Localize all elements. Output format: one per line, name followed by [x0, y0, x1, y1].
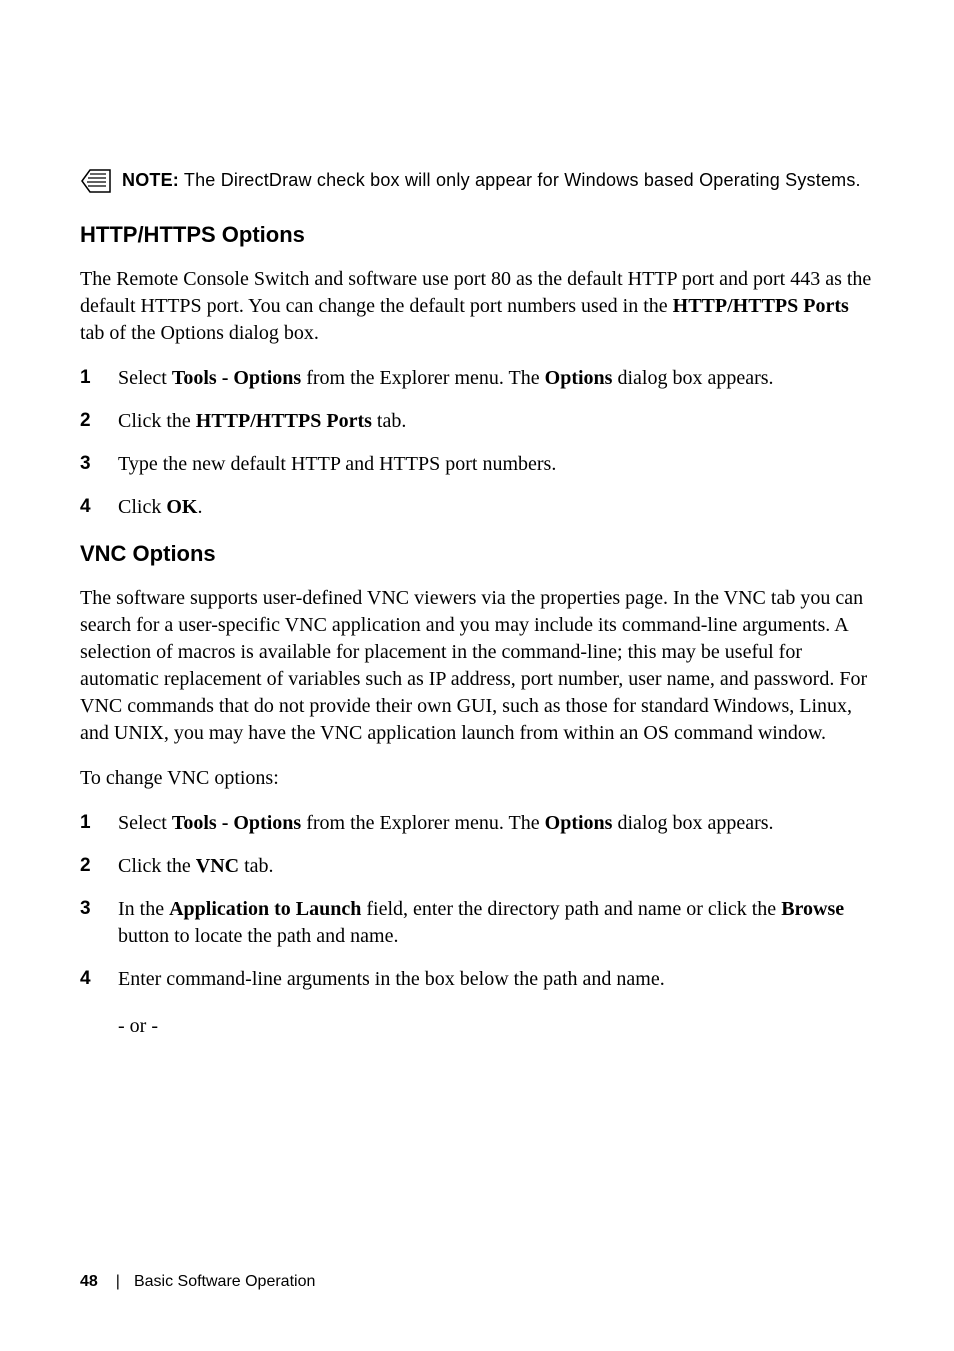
note-label: NOTE: [122, 170, 179, 190]
bold-tools-options: Tools - Options [172, 367, 301, 389]
bold-http-https-ports: HTTP/HTTPS Ports [196, 410, 372, 432]
step-number: 2 [80, 853, 118, 879]
list-item: 2 Click the VNC tab. [80, 853, 874, 880]
text: Select [118, 367, 172, 389]
text: Click the [118, 410, 196, 432]
paragraph-vnc-change: To change VNC options: [80, 765, 874, 792]
text: Click [118, 496, 166, 518]
text: tab. [372, 410, 406, 432]
footer-divider: | [116, 1273, 120, 1291]
note-text: NOTE: The DirectDraw check box will only… [122, 168, 861, 192]
text: field, enter the directory path and name… [361, 898, 781, 920]
step-number: 3 [80, 451, 118, 477]
paragraph-vnc-intro: The software supports user-defined VNC v… [80, 585, 874, 747]
list-item: 2 Click the HTTP/HTTPS Ports tab. [80, 408, 874, 435]
step-text: Select Tools - Options from the Explorer… [118, 810, 874, 837]
step-text: In the Application to Launch field, ente… [118, 896, 874, 950]
text: tab. [239, 855, 273, 877]
list-item: 4 Click OK. [80, 494, 874, 521]
list-item: 4 Enter command-line arguments in the bo… [80, 966, 874, 993]
list-item: 3 In the Application to Launch field, en… [80, 896, 874, 950]
step-number: 1 [80, 365, 118, 391]
step-number: 4 [80, 966, 118, 992]
note-body: The DirectDraw check box will only appea… [179, 170, 861, 190]
step-number: 2 [80, 408, 118, 434]
step-text: Enter command-line arguments in the box … [118, 966, 874, 993]
text: tab of the Options dialog box. [80, 322, 319, 344]
bold-ok: OK [166, 496, 197, 518]
text: dialog box appears. [612, 812, 773, 834]
text: from the Explorer menu. The [301, 367, 544, 389]
bold-vnc: VNC [196, 855, 239, 877]
heading-http-https-options: HTTP/HTTPS Options [80, 222, 874, 248]
list-item: 1 Select Tools - Options from the Explor… [80, 365, 874, 392]
footer-section-title: Basic Software Operation [134, 1273, 315, 1291]
step-text: Click OK. [118, 494, 874, 521]
page-footer: 48 | Basic Software Operation [80, 1273, 315, 1291]
ordered-list-vnc: 1 Select Tools - Options from the Explor… [80, 810, 874, 993]
step-text: Type the new default HTTP and HTTPS port… [118, 451, 874, 478]
step-text: Click the HTTP/HTTPS Ports tab. [118, 408, 874, 435]
or-separator: - or - [118, 1013, 874, 1040]
bold-application-to-launch: Application to Launch [169, 898, 361, 920]
text: Click the [118, 855, 196, 877]
note-icon [80, 168, 112, 194]
text: button to locate the path and name. [118, 925, 398, 947]
list-item: 1 Select Tools - Options from the Explor… [80, 810, 874, 837]
paragraph-http-intro: The Remote Console Switch and software u… [80, 266, 874, 347]
heading-vnc-options: VNC Options [80, 541, 874, 567]
text: In the [118, 898, 169, 920]
list-item: 3 Type the new default HTTP and HTTPS po… [80, 451, 874, 478]
bold-options: Options [545, 367, 613, 389]
step-text: Click the VNC tab. [118, 853, 874, 880]
text: from the Explorer menu. The [301, 812, 544, 834]
step-number: 3 [80, 896, 118, 922]
bold-options: Options [545, 812, 613, 834]
bold-http-https-ports: HTTP/HTTPS Ports [673, 295, 849, 317]
text: Select [118, 812, 172, 834]
page-number: 48 [80, 1273, 98, 1291]
bold-browse: Browse [781, 898, 844, 920]
bold-tools-options: Tools - Options [172, 812, 301, 834]
text: . [197, 496, 202, 518]
step-number: 4 [80, 494, 118, 520]
step-number: 1 [80, 810, 118, 836]
ordered-list-http: 1 Select Tools - Options from the Explor… [80, 365, 874, 521]
step-text: Select Tools - Options from the Explorer… [118, 365, 874, 392]
note-block: NOTE: The DirectDraw check box will only… [80, 168, 874, 194]
text: dialog box appears. [612, 367, 773, 389]
